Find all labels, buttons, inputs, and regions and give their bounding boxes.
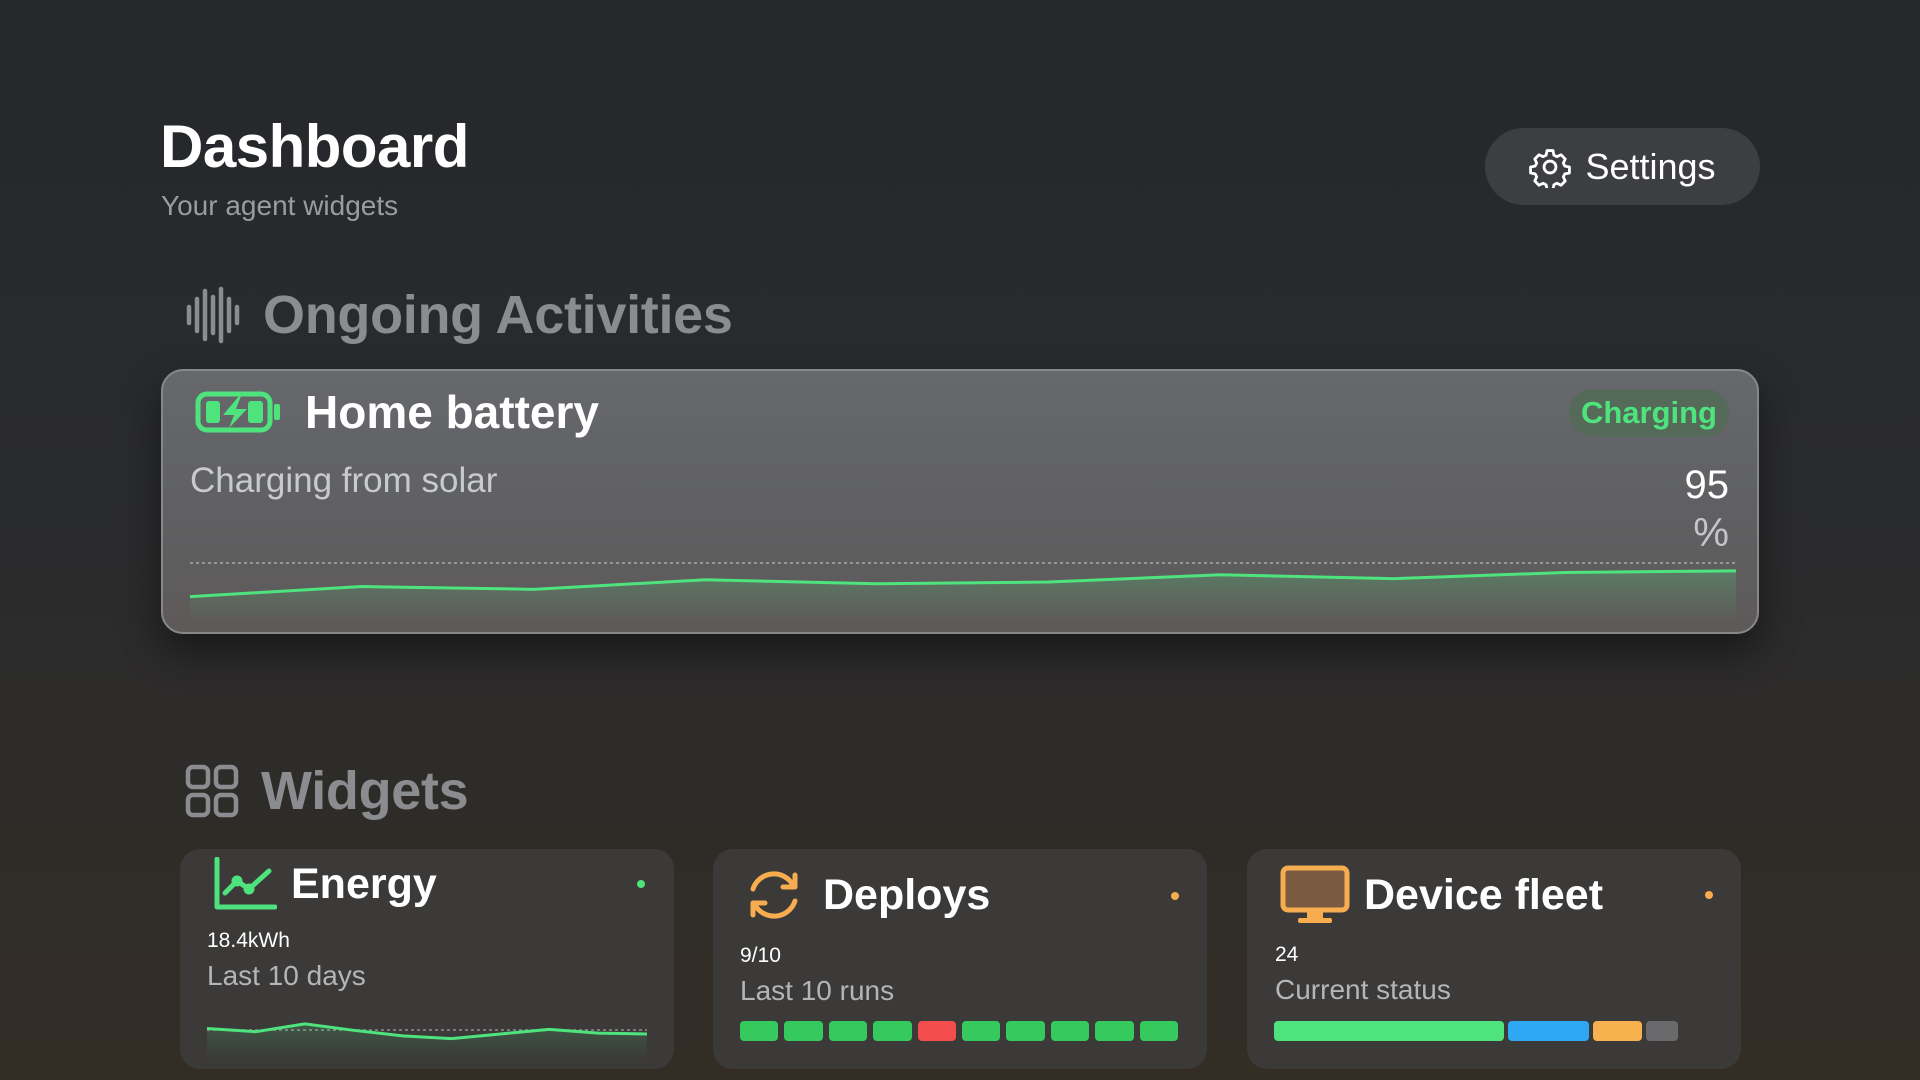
deploy-run-success xyxy=(1050,1021,1090,1041)
widget-energy-trend-chart xyxy=(207,1022,647,1059)
section-header-activities: Ongoing Activities xyxy=(185,284,733,346)
widget-deploys-caption: Last 10 runs xyxy=(740,975,895,1006)
deploy-run-success xyxy=(740,1021,779,1041)
widget-fleet-value: 24 xyxy=(1275,943,1299,966)
widget-energy-status-dot xyxy=(637,880,645,888)
deploy-run-failure xyxy=(917,1021,957,1041)
widget-deploys-header: Deploys xyxy=(739,865,990,925)
grid-icon xyxy=(185,764,239,818)
widget-fleet-header: Device fleet xyxy=(1280,865,1603,925)
widget-deploys-value: 9/10 xyxy=(740,944,781,967)
deploy-run-success xyxy=(1095,1021,1134,1041)
widget-device-fleet[interactable]: Device fleet 24 Current status xyxy=(1247,849,1741,1069)
gear-icon xyxy=(1529,148,1572,188)
activity-title: Home battery xyxy=(305,386,599,438)
battery-charging-icon xyxy=(195,391,280,433)
widget-deploys-run-history xyxy=(740,1021,1179,1041)
activity-header: Home battery xyxy=(195,385,599,439)
deploy-run-success xyxy=(828,1021,868,1041)
widget-fleet-status-bar xyxy=(1274,1021,1712,1041)
widget-deploys-status-dot xyxy=(1171,892,1179,900)
activity-unit: % xyxy=(1693,511,1729,555)
activity-trend-area xyxy=(190,570,1736,621)
activity-value: 95 xyxy=(1684,463,1730,507)
widget-energy[interactable]: Energy 18.4kWh Last 10 days xyxy=(180,849,674,1069)
page-subtitle: Your agent widgets xyxy=(161,190,399,221)
settings-button[interactable]: Settings xyxy=(1485,128,1760,205)
waveform-icon xyxy=(186,286,240,344)
page-title: Dashboard xyxy=(160,113,469,180)
deploy-run-success xyxy=(962,1021,1001,1041)
widget-energy-caption: Last 10 days xyxy=(207,960,366,991)
line-chart-icon xyxy=(214,857,277,910)
widget-fleet-caption: Current status xyxy=(1275,974,1451,1005)
widget-deploys[interactable]: Deploys 9/10 Last 10 runs xyxy=(713,849,1207,1069)
widget-energy-value: 18.4kWh xyxy=(207,929,290,952)
fleet-segment-updating xyxy=(1508,1021,1589,1041)
section-header-widgets: Widgets xyxy=(185,760,469,822)
widget-fleet-title: Device fleet xyxy=(1364,870,1604,919)
deploy-run-success xyxy=(873,1021,912,1041)
settings-label: Settings xyxy=(1585,145,1716,187)
activity-card-home-battery[interactable]: Home battery Charging Charging from sola… xyxy=(161,369,1759,634)
fleet-segment-online xyxy=(1274,1021,1505,1041)
fleet-segment-warning xyxy=(1592,1021,1642,1041)
monitor-icon xyxy=(1280,865,1350,923)
section-title-widgets: Widgets xyxy=(261,761,469,821)
status-badge: Charging xyxy=(1568,389,1729,437)
fleet-segment-offline xyxy=(1645,1021,1678,1041)
deploy-run-success xyxy=(1006,1021,1045,1041)
deploy-run-success xyxy=(1139,1021,1179,1041)
widget-energy-title: Energy xyxy=(291,859,437,908)
sync-arrows-icon xyxy=(750,871,798,919)
widget-deploys-title: Deploys xyxy=(823,870,991,919)
section-title-activities: Ongoing Activities xyxy=(263,285,733,345)
activity-trend-chart xyxy=(190,562,1736,621)
deploy-run-success xyxy=(784,1021,823,1041)
activity-description: Charging from solar xyxy=(190,461,498,500)
widget-energy-header: Energy xyxy=(213,857,437,911)
widget-fleet-status-dot xyxy=(1705,891,1713,899)
